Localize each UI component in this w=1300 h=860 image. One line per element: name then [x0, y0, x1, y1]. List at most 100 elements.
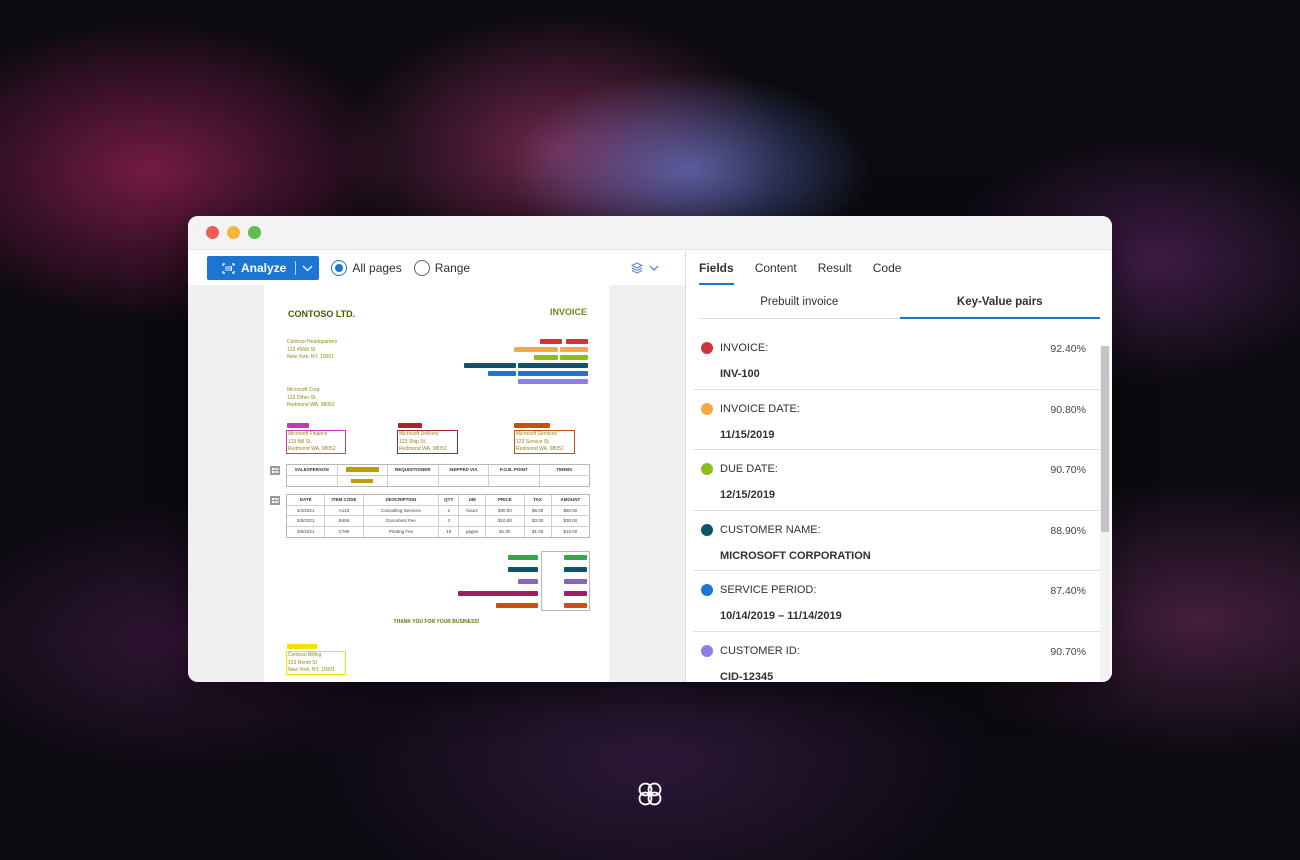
field-highlight-tag[interactable]	[566, 339, 588, 344]
field-highlight-tag[interactable]	[398, 423, 422, 428]
field-highlight-tag[interactable]	[564, 591, 587, 596]
field-highlight-tag[interactable]	[514, 347, 558, 352]
billing-address-box[interactable]: Microsoft Finance 123 Bill St, Redmond W…	[286, 430, 346, 454]
field-highlight-tag[interactable]	[508, 555, 538, 560]
table-header-cell: F.O.B. POINT	[489, 465, 540, 475]
close-window-button[interactable]	[206, 226, 219, 239]
field-highlight-tag[interactable]	[564, 579, 587, 584]
table-cell: $3.00	[525, 516, 552, 526]
address-line: 123 Remit St	[288, 659, 317, 666]
table-cell	[489, 475, 540, 486]
field-highlight-tag[interactable]	[287, 423, 309, 428]
field-value: CID-12345	[720, 670, 774, 683]
field-item[interactable]: CUSTOMER NAME: 88.90% MICROSOFT CORPORAT…	[693, 511, 1100, 571]
field-highlight-tag[interactable]	[564, 555, 587, 560]
field-highlight-tag[interactable]	[540, 339, 562, 344]
tab-content[interactable]: Content	[755, 251, 797, 285]
layers-icon	[631, 262, 643, 274]
chevron-down-icon	[302, 265, 313, 271]
field-highlight-tag[interactable]	[518, 579, 538, 584]
table-cell: C789	[325, 526, 364, 537]
color-dot-icon	[701, 463, 713, 475]
tab-result[interactable]: Result	[818, 251, 852, 285]
field-list: INVOICE: 92.40% INV-100 INVOICE DATE: 90…	[693, 329, 1100, 682]
thanks-message: THANK YOU FOR YOUR BUSINESS!	[393, 619, 480, 625]
field-highlight-tag[interactable]	[488, 371, 516, 376]
scrollbar-thumb[interactable]	[1101, 346, 1109, 532]
table-header-cell: TERMS	[556, 467, 573, 473]
field-value: INV-100	[720, 368, 760, 380]
app-window: Analyze All pages Range CONTOSO LTD. INV…	[188, 216, 1112, 682]
layers-dropdown[interactable]	[631, 262, 659, 274]
field-item[interactable]: SERVICE PERIOD: 87.40% 10/14/2019 – 11/1…	[693, 571, 1100, 632]
field-highlight-tag[interactable]	[464, 363, 516, 368]
field-confidence: 87.40%	[1050, 585, 1086, 597]
table-cell: hours	[459, 505, 487, 515]
po-number-highlight[interactable]: P.O. NUMBER	[345, 467, 379, 473]
field-item[interactable]: INVOICE: 92.40% INV-100	[693, 329, 1100, 390]
pivot-key-value-pairs[interactable]: Key-Value pairs	[899, 285, 1101, 319]
remit-address-box[interactable]: Contoso Billing 123 Remit St New York, N…	[286, 651, 346, 675]
tab-fields[interactable]: Fields	[699, 251, 734, 285]
table-header-cell: PRICE	[486, 495, 525, 505]
field-value: 11/15/2019	[720, 428, 775, 441]
field-highlight-tag[interactable]	[514, 423, 550, 428]
field-highlight-tag[interactable]	[458, 591, 538, 596]
table-cell: Consulting Services	[364, 505, 440, 515]
field-confidence: 92.40%	[1050, 343, 1086, 355]
document-title: INVOICE	[549, 307, 587, 317]
field-highlight-tag[interactable]	[518, 371, 588, 376]
field-highlight-tag[interactable]	[560, 355, 588, 360]
address-line: New York, NY, 10001	[287, 354, 334, 360]
field-confidence: 90.70%	[1050, 464, 1086, 476]
table-icon[interactable]	[270, 496, 280, 505]
table-icon[interactable]	[270, 466, 280, 475]
field-list-scrollbar[interactable]	[1100, 346, 1110, 682]
field-item[interactable]: DUE DATE: 90.70% 12/15/2019	[693, 450, 1100, 511]
table-cell	[439, 475, 489, 486]
po-value-highlight[interactable]	[351, 478, 374, 483]
field-confidence: 88.90%	[1050, 524, 1086, 537]
radio-indicator	[413, 260, 430, 276]
field-key: CUSTOMER ID:	[720, 644, 800, 657]
field-item[interactable]: INVOICE DATE: 90.80% 11/15/2019	[693, 390, 1100, 450]
pivot-prebuilt-invoice[interactable]: Prebuilt invoice	[699, 285, 900, 318]
radio-all-pages[interactable]: All pages	[331, 260, 402, 276]
field-highlight-tag[interactable]	[564, 567, 587, 572]
address-line: Contoso Billing	[288, 652, 322, 658]
maximize-window-button[interactable]	[248, 226, 261, 239]
field-highlight-tag[interactable]	[496, 603, 538, 608]
field-key: SERVICE PERIOD:	[720, 584, 817, 596]
field-highlight-tag[interactable]	[534, 355, 558, 360]
analyze-button[interactable]: Analyze	[207, 256, 295, 280]
table-cell: $1.00	[486, 526, 525, 537]
table-header-cell: REQUISITIONER	[388, 465, 439, 475]
analyze-label: Analyze	[241, 261, 287, 275]
tab-code[interactable]: Code	[873, 251, 902, 285]
shipping-address-box[interactable]: Microsoft Delivery 123 Ship St, Redmond …	[397, 430, 458, 454]
field-highlight-tag[interactable]	[518, 363, 588, 368]
table-cell: $30.00	[486, 505, 525, 515]
viewer-toolbar: Analyze All pages Range	[188, 251, 685, 285]
table-cell: B456	[325, 516, 364, 526]
radio-indicator-selected	[331, 260, 348, 276]
table-cell: $10.00	[486, 516, 525, 526]
field-confidence: 90.70%	[1050, 645, 1086, 658]
field-highlight-tag[interactable]	[518, 379, 588, 384]
table-cell: $60.00	[563, 507, 578, 513]
table-row: 3/6/2021 C789 Printing Fee 10 pages $1.0…	[287, 526, 589, 537]
analyze-options-button[interactable]	[296, 256, 319, 280]
service-address-box[interactable]: Microsoft Services 123 Service St, Redmo…	[514, 430, 575, 454]
minimize-window-button[interactable]	[227, 226, 240, 239]
field-highlight-tag[interactable]	[287, 644, 317, 649]
radio-range[interactable]: Range	[413, 260, 470, 276]
field-confidence: 90.80%	[1050, 403, 1086, 416]
field-highlight-tag[interactable]	[564, 603, 587, 608]
field-item[interactable]: CUSTOMER ID: 90.70% CID-12345	[693, 632, 1100, 683]
document-viewer-pane: Analyze All pages Range CONTOSO LTD. INV…	[188, 251, 686, 682]
address-line: Redmond WA, 98052	[516, 446, 564, 452]
document-company-name: CONTOSO LTD.	[288, 309, 356, 319]
field-highlight-tag[interactable]	[560, 347, 588, 352]
color-dot-icon	[701, 584, 713, 596]
field-highlight-tag[interactable]	[508, 567, 538, 572]
